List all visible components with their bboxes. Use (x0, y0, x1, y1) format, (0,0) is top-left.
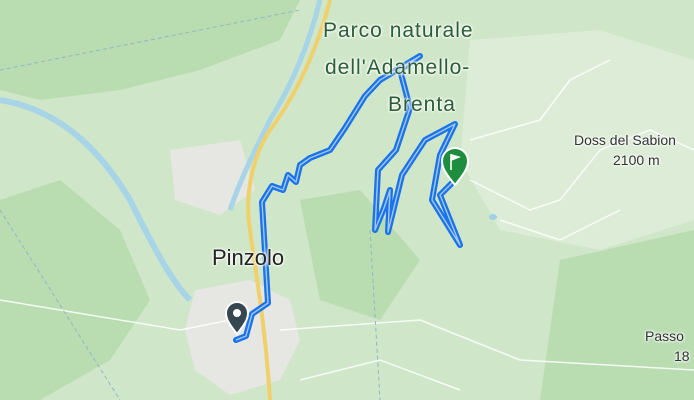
peak-name-label: Doss del Sabion (574, 132, 676, 148)
town-label: Pinzolo (212, 245, 285, 270)
park-label-line2: dell'Adamello- (325, 56, 471, 79)
map-canvas[interactable]: Parco naturale dell'Adamello- Brenta Pin… (0, 0, 694, 400)
peak-elevation-label: 2100 m (613, 152, 660, 168)
park-label-line3: Brenta (388, 93, 456, 116)
pass-elevation-label: 18 (674, 348, 690, 364)
lake (489, 214, 497, 220)
pass-name-label: Passo (645, 328, 684, 344)
park-label-line1: Parco naturale (323, 19, 474, 42)
